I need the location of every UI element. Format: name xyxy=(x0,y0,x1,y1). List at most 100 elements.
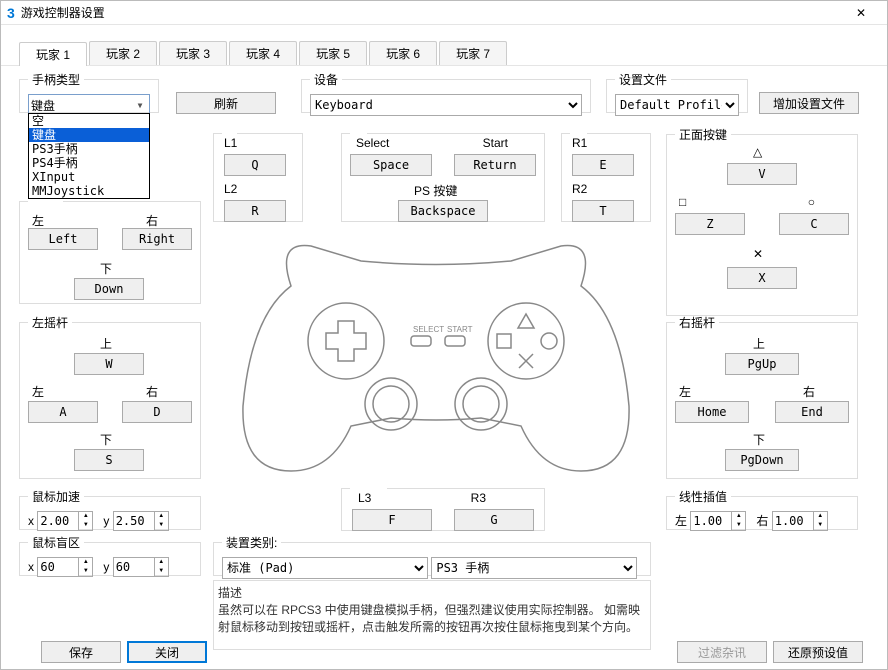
face-buttons-group: 正面按键 △ V □ ○ Z C ✕ X xyxy=(666,126,858,316)
l3-button[interactable]: F xyxy=(352,509,432,531)
face-legend: 正面按键 xyxy=(675,126,731,143)
handler-opt-ps3[interactable]: PS3手柄 xyxy=(29,142,149,156)
r1-label: R1 xyxy=(572,136,587,150)
maccel-x-spin[interactable]: ▲▼ xyxy=(37,511,93,531)
device-legend: 设备 xyxy=(310,71,342,88)
up-arrow-icon[interactable]: ▲ xyxy=(814,512,827,521)
handler-type-dropdown[interactable]: 空 键盘 PS3手柄 PS4手柄 XInput MMJoystick xyxy=(28,113,150,199)
up-arrow-icon[interactable]: ▲ xyxy=(79,558,92,567)
profile-group: 设置文件 Default Profile xyxy=(606,71,748,113)
rstick-up-button[interactable]: PgUp xyxy=(725,353,799,375)
dpad-left-label: 左 xyxy=(32,212,44,229)
center-group: C Select Space Start Return PS 按键 Backsp… xyxy=(341,126,545,222)
handler-opt-xinput[interactable]: XInput xyxy=(29,170,149,184)
lstick-right-button[interactable]: D xyxy=(122,401,192,423)
description-box: 描述 虽然可以在 RPCS3 中使用键盘模拟手柄，但强烈建议使用实际控制器。 如… xyxy=(213,580,651,650)
handler-type-group: 手柄类型 键盘 ▼ xyxy=(19,71,159,113)
up-arrow-icon[interactable]: ▲ xyxy=(155,558,168,567)
left-stick-group: 左摇杆 上 W 左 右 A D 下 S xyxy=(19,314,201,479)
start-button[interactable]: Return xyxy=(454,154,536,176)
r3-button[interactable]: G xyxy=(454,509,534,531)
add-profile-button[interactable]: 增加设置文件 xyxy=(759,92,859,114)
down-arrow-icon[interactable]: ▼ xyxy=(155,521,168,530)
device-select[interactable]: Keyboard xyxy=(310,94,582,116)
triangle-button[interactable]: V xyxy=(727,163,797,185)
restore-defaults-button[interactable]: 还原预设值 xyxy=(773,641,863,663)
tab-player-4[interactable]: 玩家 4 xyxy=(229,41,297,65)
circle-button[interactable]: C xyxy=(779,213,849,235)
tab-player-1[interactable]: 玩家 1 xyxy=(19,42,87,66)
profile-legend: 设置文件 xyxy=(615,71,671,88)
up-arrow-icon[interactable]: ▲ xyxy=(79,512,92,521)
lerp-left-label: 左 xyxy=(675,514,687,528)
rstick-down-button[interactable]: PgDown xyxy=(725,449,799,471)
close-icon[interactable]: ✕ xyxy=(841,1,881,25)
tab-player-3[interactable]: 玩家 3 xyxy=(159,41,227,65)
lstick-down-button[interactable]: S xyxy=(74,449,144,471)
down-arrow-icon[interactable]: ▼ xyxy=(155,567,168,576)
window: 3 游戏控制器设置 ✕ 玩家 1 玩家 2 玩家 3 玩家 4 玩家 5 玩家 … xyxy=(0,0,888,670)
down-arrow-icon[interactable]: ▼ xyxy=(79,521,92,530)
lerp-left-spin[interactable]: ▲▼ xyxy=(690,511,746,531)
up-arrow-icon[interactable]: ▲ xyxy=(155,512,168,521)
handler-opt-empty[interactable]: 空 xyxy=(29,114,149,128)
mdead-y-spin[interactable]: ▲▼ xyxy=(113,557,169,577)
refresh-button[interactable]: 刷新 xyxy=(176,92,276,114)
handler-opt-mmjoy[interactable]: MMJoystick xyxy=(29,184,149,198)
ps-button[interactable]: Backspace xyxy=(398,200,488,222)
mdead-x-input[interactable] xyxy=(37,557,79,577)
handler-opt-ps4[interactable]: PS4手柄 xyxy=(29,156,149,170)
save-button[interactable]: 保存 xyxy=(41,641,121,663)
triangle-icon: △ xyxy=(753,145,762,159)
maccel-y-spin[interactable]: ▲▼ xyxy=(113,511,169,531)
lerp-right-spin[interactable]: ▲▼ xyxy=(772,511,828,531)
tab-player-7[interactable]: 玩家 7 xyxy=(439,41,507,65)
maccel-x-input[interactable] xyxy=(37,511,79,531)
profile-select[interactable]: Default Profile xyxy=(615,94,739,116)
l1-button[interactable]: Q xyxy=(224,154,286,176)
mdead-x-label: x xyxy=(28,560,34,574)
mdead-y-label: y xyxy=(103,560,109,574)
up-arrow-icon[interactable]: ▲ xyxy=(732,512,745,521)
app-icon: 3 xyxy=(7,5,15,21)
down-arrow-icon[interactable]: ▼ xyxy=(79,567,92,576)
handler-opt-keyboard[interactable]: 键盘 xyxy=(29,128,149,142)
square-button[interactable]: Z xyxy=(675,213,745,235)
cross-icon: ✕ xyxy=(753,247,763,261)
lerp-right-input[interactable] xyxy=(772,511,814,531)
device-class-select[interactable]: 标准 (Pad) xyxy=(222,557,428,579)
lstick-up-label: 上 xyxy=(100,335,112,352)
dpad-right-button[interactable]: Right xyxy=(122,228,192,250)
lstick-left-label: 左 xyxy=(32,383,44,400)
device-type-select[interactable]: PS3 手柄 xyxy=(431,557,637,579)
filter-noise-button[interactable]: 过滤杂讯 xyxy=(677,641,767,663)
mouse-dead-legend: 鼠标盲区 xyxy=(28,534,84,551)
dpad-down-button[interactable]: Down xyxy=(74,278,144,300)
tab-player-6[interactable]: 玩家 6 xyxy=(369,41,437,65)
close-button[interactable]: 关闭 xyxy=(127,641,207,663)
rstick-right-button[interactable]: End xyxy=(775,401,849,423)
tab-player-5[interactable]: 玩家 5 xyxy=(299,41,367,65)
lstick-left-button[interactable]: A xyxy=(28,401,98,423)
down-arrow-icon[interactable]: ▼ xyxy=(814,521,827,530)
r2-button[interactable]: T xyxy=(572,200,634,222)
stick-buttons-group: L3R3 L3 F R3 G xyxy=(341,481,545,531)
maccel-y-label: y xyxy=(103,514,109,528)
lstick-up-button[interactable]: W xyxy=(74,353,144,375)
lerp-left-input[interactable] xyxy=(690,511,732,531)
title-bar: 3 游戏控制器设置 ✕ xyxy=(1,1,887,25)
l2-button[interactable]: R xyxy=(224,200,286,222)
rstick-left-button[interactable]: Home xyxy=(675,401,749,423)
mdead-x-spin[interactable]: ▲▼ xyxy=(37,557,93,577)
tab-player-2[interactable]: 玩家 2 xyxy=(89,41,157,65)
dpad-left-button[interactable]: Left xyxy=(28,228,98,250)
mdead-y-input[interactable] xyxy=(113,557,155,577)
cross-button[interactable]: X xyxy=(727,267,797,289)
r1-button[interactable]: E xyxy=(572,154,634,176)
controller-icon: SELECT START xyxy=(221,226,651,481)
ps-label: PS 按键 xyxy=(414,182,457,199)
square-icon: □ xyxy=(679,195,686,209)
maccel-y-input[interactable] xyxy=(113,511,155,531)
select-button[interactable]: Space xyxy=(350,154,432,176)
down-arrow-icon[interactable]: ▼ xyxy=(732,521,745,530)
